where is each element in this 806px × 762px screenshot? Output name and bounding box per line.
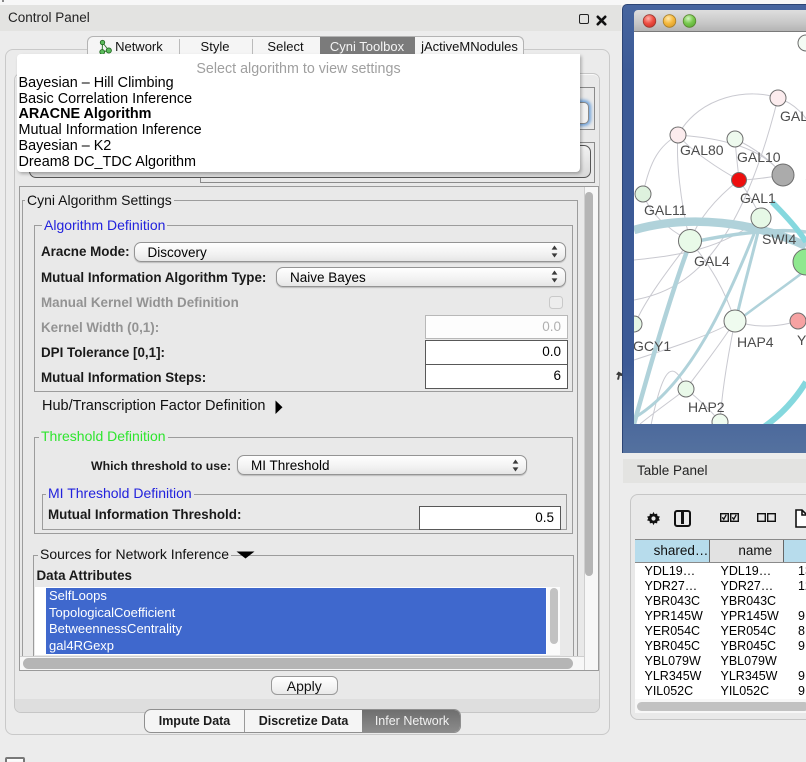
svg-text:HAP2: HAP2: [688, 399, 725, 415]
svg-text:GAL11: GAL11: [644, 202, 687, 218]
svg-text:Y: Y: [797, 332, 806, 348]
svg-text:GAL10: GAL10: [737, 149, 781, 165]
svg-text:GAL1: GAL1: [740, 190, 776, 206]
svg-text:HAP4: HAP4: [737, 334, 774, 350]
svg-text:GAL80: GAL80: [680, 142, 724, 158]
svg-text:GAL7: GAL7: [780, 108, 806, 124]
svg-text:GCY1: GCY1: [634, 338, 671, 354]
svg-text:SWI4: SWI4: [762, 231, 796, 247]
svg-text:GAL4: GAL4: [694, 253, 730, 269]
